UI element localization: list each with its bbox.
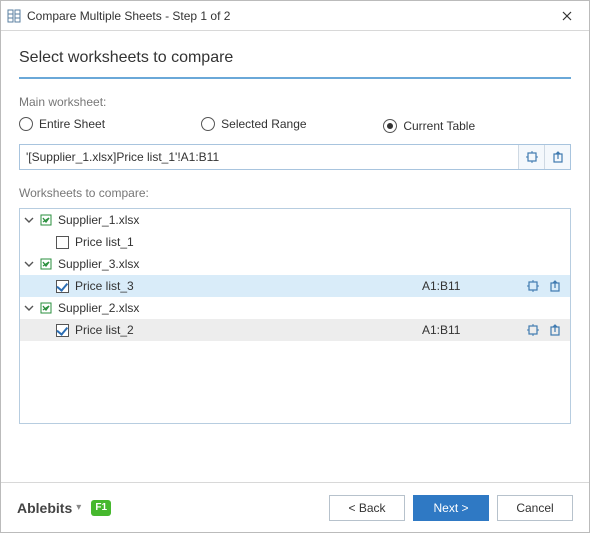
expand-caret[interactable] [20,259,38,269]
page-title: Select worksheets to compare [19,49,571,67]
brand-label: Ablebits [17,500,72,516]
tree-item-label: Supplier_1.xlsx [58,213,566,227]
worksheet-checkbox[interactable] [56,324,69,337]
worksheet-checkbox[interactable] [56,280,69,293]
chevron-down-icon [24,259,34,269]
tree-worksheet-row[interactable]: Price list_2 A1:B11 [20,319,570,341]
brand-menu[interactable]: Ablebits ▾ F1 [17,500,111,516]
tree-item-label: Price list_1 [75,235,566,249]
radio-icon [201,117,215,131]
radio-label: Entire Sheet [39,117,105,131]
radio-current-table[interactable]: Current Table [383,119,475,133]
app-icon [7,9,21,23]
radio-icon [383,119,397,133]
expand-icon [548,279,562,293]
main-range-row [19,144,571,170]
back-button[interactable]: < Back [329,495,405,521]
tree-row-buttons [522,321,566,339]
select-range-button[interactable] [522,277,544,295]
radio-selected-range[interactable]: Selected Range [201,117,306,131]
help-f1-badge[interactable]: F1 [91,500,111,516]
expand-icon [548,323,562,337]
tree-row-buttons [522,277,566,295]
chevron-down-icon [24,215,34,225]
tree-workbook-row[interactable]: Supplier_1.xlsx [20,209,570,231]
worksheet-checkbox[interactable] [56,236,69,249]
main-worksheet-label: Main worksheet: [19,95,571,109]
expand-caret[interactable] [20,303,38,313]
footer: Ablebits ▾ F1 < Back Next > Cancel [1,482,589,532]
select-range-icon [526,323,540,337]
expand-icon [551,150,565,164]
chevron-down-icon [24,303,34,313]
tree-item-range: A1:B11 [422,279,522,293]
workbook-icon [38,257,54,271]
worksheet-tree[interactable]: Supplier_1.xlsx Price list_1 Supplier_3.… [19,208,571,424]
tree-worksheet-row[interactable]: Price list_3 A1:B11 [20,275,570,297]
close-button[interactable] [553,5,581,27]
tree-item-label: Price list_2 [75,323,422,337]
select-range-button[interactable] [518,145,544,169]
tree-workbook-row[interactable]: Supplier_2.xlsx [20,297,570,319]
tree-item-label: Supplier_2.xlsx [58,301,566,315]
main-range-input[interactable] [20,145,518,169]
expand-range-button[interactable] [544,321,566,339]
accent-divider [19,77,571,79]
workbook-icon [38,213,54,227]
cancel-button[interactable]: Cancel [497,495,573,521]
footer-buttons: < Back Next > Cancel [329,495,573,521]
tree-worksheet-row[interactable]: Price list_1 [20,231,570,253]
tree-workbook-row[interactable]: Supplier_3.xlsx [20,253,570,275]
titlebar: Compare Multiple Sheets - Step 1 of 2 [1,1,589,31]
expand-range-button[interactable] [544,145,570,169]
close-icon [562,11,572,21]
select-range-icon [525,150,539,164]
radio-icon [19,117,33,131]
compare-label: Worksheets to compare: [19,186,571,200]
tree-item-label: Price list_3 [75,279,422,293]
window-title: Compare Multiple Sheets - Step 1 of 2 [27,9,553,23]
radio-label: Selected Range [221,117,306,131]
tree-item-label: Supplier_3.xlsx [58,257,566,271]
radio-label: Current Table [403,119,475,133]
next-button[interactable]: Next > [413,495,489,521]
select-range-button[interactable] [522,321,544,339]
expand-range-button[interactable] [544,277,566,295]
radio-entire-sheet[interactable]: Entire Sheet [19,117,105,131]
select-range-icon [526,279,540,293]
content-area: Select worksheets to compare Main worksh… [1,31,589,434]
chevron-down-icon: ▾ [76,502,81,513]
scope-radio-group: Entire Sheet Selected Range Current Tabl… [19,117,571,134]
expand-caret[interactable] [20,215,38,225]
tree-item-range: A1:B11 [422,323,522,337]
workbook-icon [38,301,54,315]
